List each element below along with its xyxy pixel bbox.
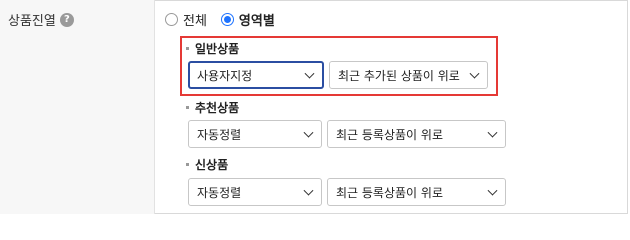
sort-order-select-recommended[interactable]: 최근 등록상품이 위로 xyxy=(327,120,506,148)
field-label: 상품진열 ? xyxy=(8,10,74,29)
sort-type-select-general-value: 사용자지정 xyxy=(197,68,253,83)
field-label-text: 상품진열 xyxy=(8,14,56,29)
field-label-column: 상품진열 ? xyxy=(0,0,155,214)
chevron-down-icon xyxy=(303,185,314,196)
section-title-recommended-text: 추천상품 xyxy=(195,101,240,115)
chevron-down-icon xyxy=(303,127,314,138)
radio-by-area-circle[interactable] xyxy=(220,13,234,26)
sort-order-select-new[interactable]: 최근 등록상품이 위로 xyxy=(327,178,506,206)
display-mode-radio-group: 전체 영역별 xyxy=(165,10,289,29)
radio-by-area-label: 영역별 xyxy=(238,14,275,29)
sort-type-select-general[interactable]: 사용자지정 xyxy=(188,61,324,89)
section-title-new: 신상품 xyxy=(186,156,228,173)
chevron-down-icon xyxy=(487,127,498,138)
chevron-down-icon xyxy=(304,68,315,79)
question-mark-icon[interactable]: ? xyxy=(59,12,74,27)
bullet-icon xyxy=(186,163,189,166)
sort-type-select-new-value: 자동정렬 xyxy=(197,185,242,200)
sort-type-select-recommended-value: 자동정렬 xyxy=(197,127,242,142)
sort-type-select-recommended[interactable]: 자동정렬 xyxy=(188,120,322,148)
section-title-recommended: 추천상품 xyxy=(186,99,239,116)
sort-order-select-recommended-value: 최근 등록상품이 위로 xyxy=(336,127,443,142)
sort-order-select-general[interactable]: 최근 추가된 상품이 위로 xyxy=(329,61,488,89)
radio-by-area[interactable]: 영역별 xyxy=(220,10,275,29)
radio-all[interactable]: 전체 xyxy=(165,10,207,29)
sort-type-select-new[interactable]: 자동정렬 xyxy=(188,178,322,206)
radio-all-label: 전체 xyxy=(183,14,207,29)
section-title-general-text: 일반상품 xyxy=(195,42,240,56)
bullet-icon xyxy=(186,47,189,50)
radio-all-circle[interactable] xyxy=(165,13,178,26)
section-title-general: 일반상품 xyxy=(186,40,239,57)
chevron-down-icon xyxy=(487,185,498,196)
bullet-icon xyxy=(186,106,189,109)
chevron-down-icon xyxy=(469,68,480,79)
sort-order-select-new-value: 최근 등록상품이 위로 xyxy=(336,185,443,200)
sort-order-select-general-value: 최근 추가된 상품이 위로 xyxy=(338,68,460,83)
section-title-new-text: 신상품 xyxy=(195,158,229,172)
